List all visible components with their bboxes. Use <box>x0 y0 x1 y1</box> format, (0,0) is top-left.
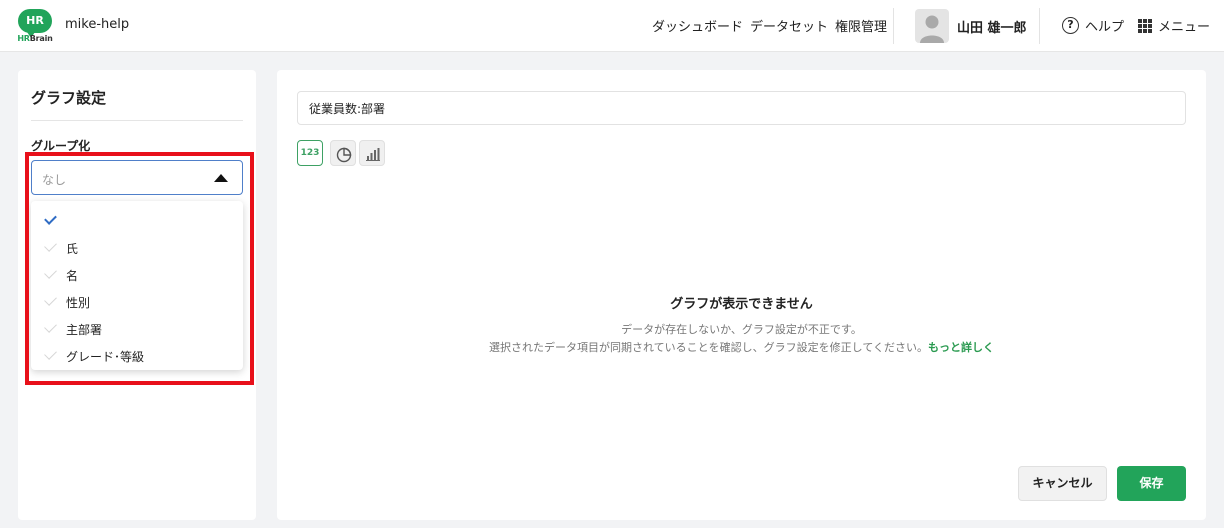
chart-type-bar-button[interactable] <box>359 140 385 166</box>
panel-title: グラフ設定 <box>31 89 107 107</box>
nav-permissions[interactable]: 権限管理 <box>835 16 887 35</box>
logo-text-hr: HR <box>17 34 30 43</box>
graph-preview-panel: 123 グラフが表示できません データが存在しないか、グラフ設定が不正です。 選… <box>277 70 1206 520</box>
highlight-box <box>25 152 254 385</box>
avatar[interactable] <box>915 9 949 43</box>
cancel-button[interactable]: キャンセル <box>1018 466 1107 501</box>
user-name[interactable]: 山田 雄一郎 <box>957 17 1027 36</box>
user-avatar-icon <box>920 15 944 43</box>
help-label: ヘルプ <box>1085 20 1125 35</box>
graph-title-input[interactable] <box>297 91 1186 125</box>
help-button[interactable]: ? ヘルプ <box>1062 16 1124 35</box>
logo-bubble-icon: HR <box>18 9 52 38</box>
chart-type-pie-button[interactable] <box>330 140 356 166</box>
empty-state-hint-text: 選択されたデータ項目が同期されていることを確認し、グラフ設定を修正してください。 <box>488 341 928 354</box>
menu-label: メニュー <box>1158 20 1211 35</box>
hrbrain-logo[interactable]: HR HRBrain <box>17 9 53 43</box>
panel-divider <box>31 120 243 121</box>
pie-chart-icon <box>336 147 352 163</box>
menu-button[interactable]: メニュー <box>1138 16 1210 35</box>
nav-dashboard[interactable]: ダッシュボード <box>652 16 743 35</box>
chart-type-number-button[interactable]: 123 <box>297 140 323 166</box>
save-button[interactable]: 保存 <box>1117 466 1186 501</box>
question-icon: ? <box>1062 17 1079 34</box>
bar-chart-icon <box>366 148 380 161</box>
empty-state-description: データが存在しないか、グラフ設定が不正です。 <box>621 323 862 336</box>
top-header: HR HRBrain mike-help ダッシュボード データセット 権限管理… <box>0 0 1224 52</box>
header-divider <box>1039 8 1040 44</box>
empty-state-hint: 選択されたデータ項目が同期されていることを確認し、グラフ設定を修正してください。… <box>277 339 1206 355</box>
logo-wordmark: HRBrain <box>17 34 53 43</box>
main-nav: ダッシュボード データセット 権限管理 <box>652 16 887 35</box>
learn-more-link[interactable]: もっと詳しく <box>928 341 994 354</box>
number-icon: 123 <box>300 148 320 158</box>
header-divider <box>893 8 894 44</box>
nav-dataset[interactable]: データセット <box>750 16 828 35</box>
app-name: mike-help <box>65 17 130 32</box>
empty-state-title: グラフが表示できません <box>670 297 813 312</box>
grid-menu-icon <box>1138 18 1152 33</box>
logo-text-brain: Brain <box>29 34 53 43</box>
